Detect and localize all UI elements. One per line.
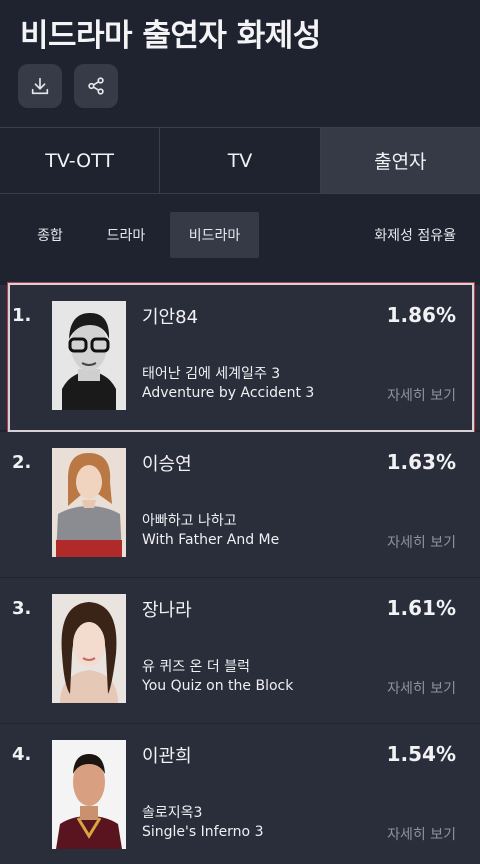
details-link[interactable]: 자세히 보기 xyxy=(387,532,456,552)
main-tabs: TV-OTT TV 출연자 xyxy=(0,127,480,194)
performer-photo xyxy=(52,448,126,557)
tab-performers[interactable]: 출연자 xyxy=(320,128,480,193)
tab-tv-ott[interactable]: TV-OTT xyxy=(0,128,161,193)
download-icon xyxy=(31,77,49,95)
rank-number: 3. xyxy=(12,598,32,619)
page-title: 비드라마 출연자 화제성 xyxy=(20,18,321,54)
share-rate-label: 화제성 점유율 xyxy=(374,228,456,244)
performer-name: 장나라 xyxy=(142,600,192,621)
ranking-card-3[interactable]: 3. 장나라 1.61% 유 퀴즈 온 더 블럭 You Quiz on the… xyxy=(0,578,480,723)
rank-number: 2. xyxy=(12,452,32,473)
show-title-korean: 아빠하고 나하고 xyxy=(142,513,237,529)
performer-name: 이관희 xyxy=(142,746,192,767)
performer-photo xyxy=(52,740,126,849)
tab-tv[interactable]: TV xyxy=(160,128,321,193)
details-link[interactable]: 자세히 보기 xyxy=(387,678,456,698)
show-title-english: Single's Inferno 3 xyxy=(142,824,264,840)
highlight-frame xyxy=(7,282,475,433)
show-title-korean: 유 퀴즈 온 더 블럭 xyxy=(142,659,250,675)
share-percent: 1.61% xyxy=(386,596,456,620)
performer-photo xyxy=(52,594,126,703)
rank-number: 4. xyxy=(12,744,32,765)
share-percent: 1.54% xyxy=(386,742,456,766)
share-icon xyxy=(88,77,104,95)
share-button[interactable] xyxy=(74,64,118,108)
subtab-non-drama[interactable]: 비드라마 xyxy=(170,212,259,258)
show-title-korean: 솔로지옥3 xyxy=(142,805,203,821)
ranking-card-4[interactable]: 4. 이관희 1.54% 솔로지옥3 Single's Inferno 3 자세… xyxy=(0,724,480,864)
details-link[interactable]: 자세히 보기 xyxy=(387,824,456,844)
download-button[interactable] xyxy=(18,64,62,108)
subtab-all[interactable]: 종합 xyxy=(20,212,80,258)
performer-name: 이승연 xyxy=(142,454,192,475)
subtab-drama[interactable]: 드라마 xyxy=(96,212,156,258)
show-title-english: You Quiz on the Block xyxy=(142,678,294,694)
share-percent: 1.63% xyxy=(386,450,456,474)
show-title-english: With Father And Me xyxy=(142,532,280,548)
ranking-card-2[interactable]: 2. 이승연 1.63% 아빠하고 나하고 With Father And Me… xyxy=(0,432,480,577)
